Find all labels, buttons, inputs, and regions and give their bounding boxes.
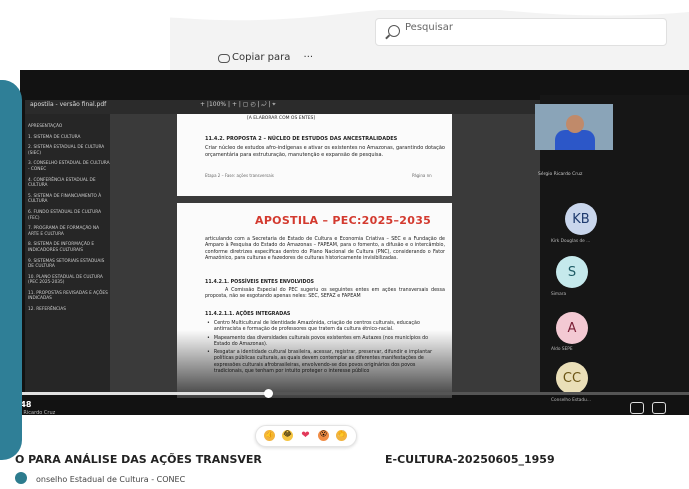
reaction-surprise[interactable]: 😮: [318, 430, 329, 441]
reactions-bar-front: 👍 😂 ❤ 😮 👏: [255, 425, 357, 447]
reaction-like[interactable]: 👍: [264, 430, 275, 441]
meeting-title: O PARA ANÁLISE DAS AÇÕES TRANSVER: [15, 453, 262, 466]
torn-paper-frame: [0, 0, 689, 489]
organizer-avatar: [15, 472, 27, 484]
reaction-heart[interactable]: ❤: [300, 430, 311, 441]
reaction-laugh[interactable]: 😂: [282, 430, 293, 441]
reaction-clap[interactable]: 👏: [336, 430, 347, 441]
organizer-name: onselho Estadual de Cultura - CONEC: [36, 475, 186, 484]
decorative-band: [0, 80, 22, 460]
meeting-title-end: E-CULTURA-20250605_1959: [385, 453, 555, 466]
